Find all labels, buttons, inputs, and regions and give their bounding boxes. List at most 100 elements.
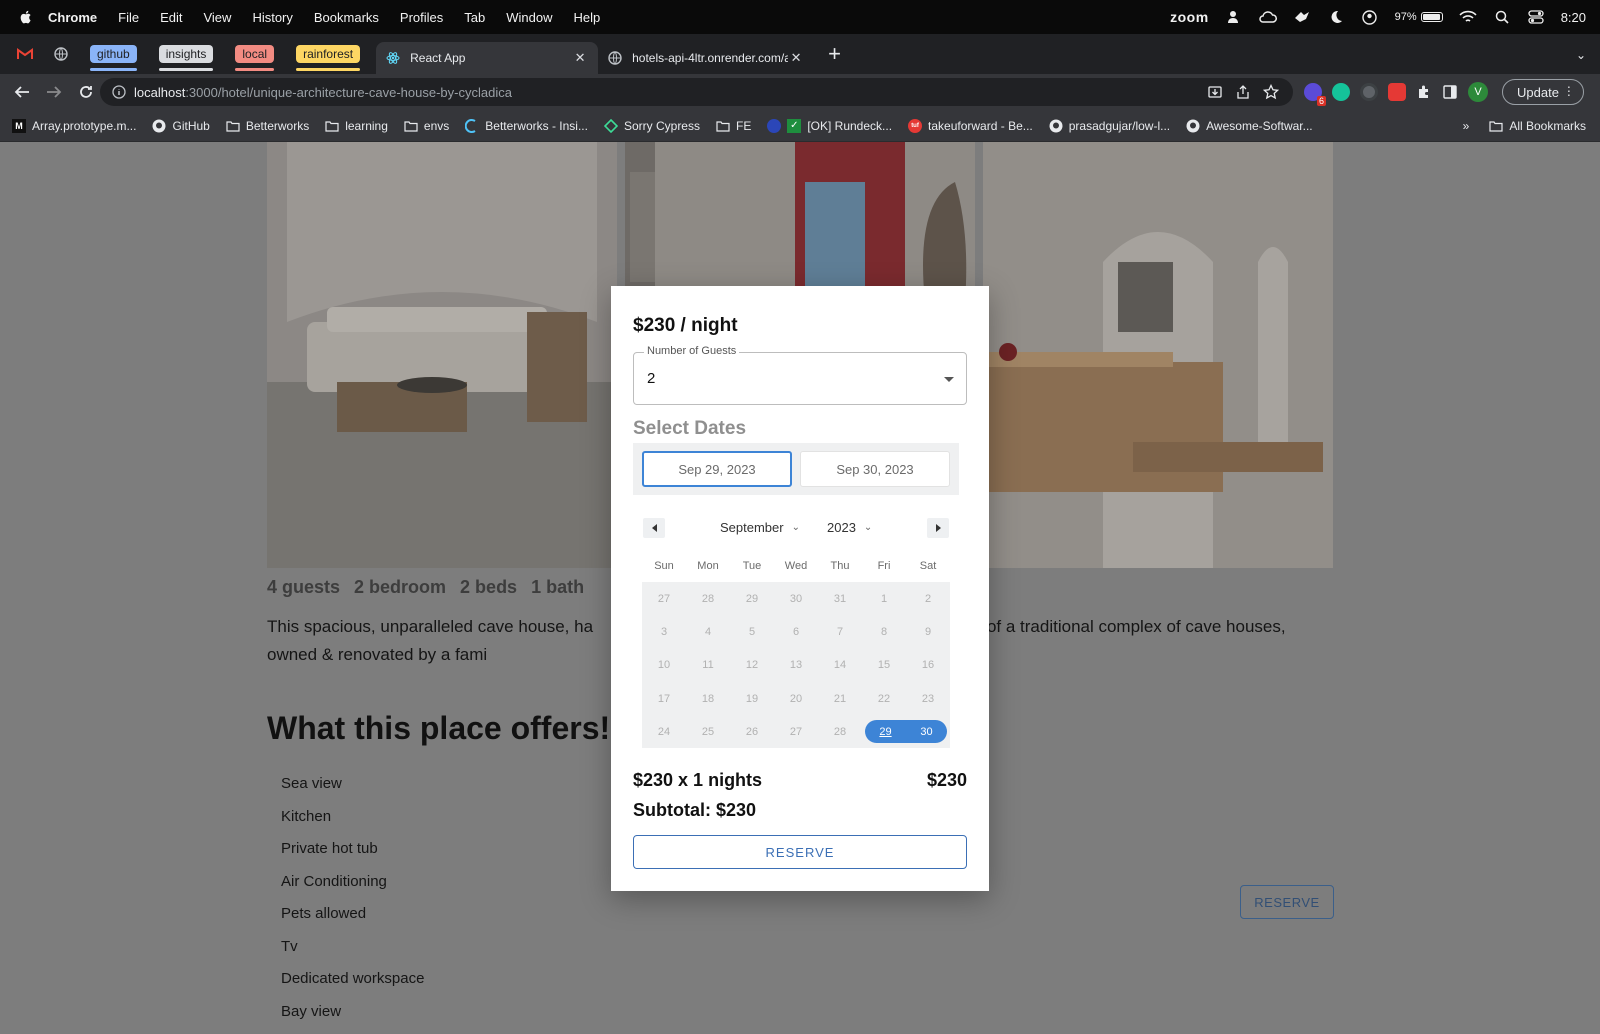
extension-badge-button[interactable]: 6 (1304, 83, 1326, 106)
tab-group-rainforest[interactable]: rainforest (296, 45, 361, 71)
start-date-input[interactable]: Sep 29, 2023 (642, 451, 792, 487)
bird-icon[interactable] (1293, 9, 1311, 25)
menu-help[interactable]: Help (574, 10, 601, 25)
gmail-pinned-tab[interactable] (10, 40, 40, 68)
bookmark-item[interactable]: Awesome-Softwar... (1186, 119, 1313, 133)
calendar-day[interactable]: 28 (818, 715, 862, 748)
bookmark-item[interactable]: prasadgujar/low-l... (1049, 119, 1170, 133)
page-reserve-button[interactable]: RESERVE (1240, 885, 1334, 919)
calendar-day[interactable]: 5 (730, 615, 774, 648)
calendar-day[interactable]: 2 (906, 582, 950, 615)
globe-pinned-tab[interactable] (46, 40, 76, 68)
red-extension-icon[interactable] (1388, 83, 1406, 101)
forward-button[interactable] (40, 78, 68, 106)
spotlight-search-icon[interactable] (1493, 9, 1511, 25)
menu-history[interactable]: History (252, 10, 292, 25)
hotel-photo[interactable] (983, 142, 1333, 568)
calendar-day[interactable]: 4 (686, 615, 730, 648)
tab-hotels-api[interactable]: hotels-api-4ltr.onrender.com/a ✕ (598, 42, 814, 74)
calendar-day[interactable]: 7 (818, 615, 862, 648)
bookmark-folder[interactable]: learning (325, 119, 388, 133)
calendar-day[interactable]: 14 (818, 649, 862, 682)
calendar-day[interactable]: 16 (906, 649, 950, 682)
cloud-icon[interactable] (1258, 9, 1277, 25)
guests-select[interactable]: Number of Guests 2 (633, 345, 967, 405)
calendar-day[interactable]: 20 (774, 682, 818, 715)
year-select[interactable]: 2023 ⌄ (827, 520, 872, 535)
reload-button[interactable] (72, 78, 100, 106)
next-month-button[interactable] (927, 518, 949, 538)
hotel-photo[interactable] (267, 142, 617, 568)
install-app-icon[interactable] (1207, 84, 1223, 100)
grammarly-icon[interactable] (1332, 83, 1350, 101)
record-extension-icon[interactable] (1360, 83, 1378, 101)
bookmark-folder[interactable]: envs (404, 119, 449, 133)
month-select[interactable]: September ⌄ (720, 520, 800, 535)
calendar-day[interactable]: 6 (774, 615, 818, 648)
bookmark-item[interactable]: tuf takeuforward - Be... (908, 118, 1033, 133)
calendar-day[interactable]: 15 (862, 649, 906, 682)
close-tab-icon[interactable]: ✕ (788, 50, 804, 66)
moon-icon[interactable] (1327, 9, 1345, 25)
bookmark-folder[interactable]: FE (716, 119, 751, 133)
more-bookmarks-chevron[interactable]: » (1463, 119, 1470, 133)
menu-view[interactable]: View (203, 10, 231, 25)
calendar-day[interactable]: 27 (774, 715, 818, 748)
calendar-day[interactable]: 18 (686, 682, 730, 715)
prev-month-button[interactable] (643, 518, 665, 538)
menu-app-name[interactable]: Chrome (48, 10, 97, 25)
calendar-day[interactable]: 8 (862, 615, 906, 648)
calendar-day[interactable]: 25 (686, 715, 730, 748)
calendar-day[interactable]: 23 (906, 682, 950, 715)
user-share-icon[interactable] (1225, 9, 1243, 25)
side-panel-icon[interactable] (1442, 84, 1458, 100)
menu-tab[interactable]: Tab (464, 10, 485, 25)
calendar-day[interactable]: 19 (730, 682, 774, 715)
calendar-day[interactable]: 9 (906, 615, 950, 648)
calendar-day[interactable]: 10 (642, 649, 686, 682)
menu-bookmarks[interactable]: Bookmarks (314, 10, 379, 25)
all-bookmarks-button[interactable]: All Bookmarks (1489, 119, 1586, 133)
menu-edit[interactable]: Edit (160, 10, 182, 25)
tab-search-chevron-icon[interactable]: ⌄ (1576, 48, 1586, 62)
calendar-day[interactable]: 30 (774, 582, 818, 615)
menu-window[interactable]: Window (506, 10, 552, 25)
reserve-button[interactable]: RESERVE (633, 835, 967, 869)
control-center-icon[interactable] (1527, 9, 1545, 25)
share-icon[interactable] (1235, 84, 1251, 100)
battery-indicator[interactable]: 97% (1395, 11, 1443, 23)
update-button[interactable]: Update ⋮ (1502, 79, 1584, 105)
info-icon[interactable] (112, 85, 126, 99)
calendar-day[interactable]: 3 (642, 615, 686, 648)
new-tab-button[interactable]: + (828, 41, 841, 67)
tab-react-app[interactable]: React App ✕ (376, 42, 599, 74)
account-circle-icon[interactable] (1361, 9, 1379, 25)
calendar-day[interactable]: 17 (642, 682, 686, 715)
more-vert-icon[interactable]: ⋮ (1563, 84, 1575, 98)
calendar-day[interactable]: 24 (642, 715, 686, 748)
bookmark-item[interactable]: Sorry Cypress (603, 118, 700, 133)
calendar-day[interactable]: 29 (865, 720, 906, 744)
calendar-day[interactable]: 22 (862, 682, 906, 715)
tab-group-insights[interactable]: insights (158, 45, 214, 71)
calendar-day[interactable]: 29 (730, 582, 774, 615)
bookmark-folder[interactable]: Betterworks (226, 119, 309, 133)
calendar-day[interactable]: 28 (686, 582, 730, 615)
bookmark-item[interactable]: ✓ [OK] Rundeck... (767, 118, 892, 133)
calendar-day[interactable]: 1 (862, 582, 906, 615)
bookmark-item[interactable]: GitHub (152, 119, 210, 133)
puzzle-icon[interactable] (1416, 84, 1432, 100)
calendar-day[interactable]: 26 (730, 715, 774, 748)
clock[interactable]: 8:20 (1561, 10, 1586, 25)
calendar-day[interactable]: 13 (774, 649, 818, 682)
calendar-day[interactable]: 30 (906, 720, 947, 744)
close-tab-icon[interactable]: ✕ (572, 50, 588, 66)
tab-group-github[interactable]: github (90, 45, 137, 71)
calendar-day[interactable]: 12 (730, 649, 774, 682)
address-bar[interactable]: localhost:3000/hotel/unique-architecture… (100, 78, 1293, 106)
wifi-icon[interactable] (1459, 9, 1477, 25)
calendar-day[interactable]: 27 (642, 582, 686, 615)
bookmark-star-icon[interactable] (1263, 84, 1279, 100)
calendar-day[interactable]: 11 (686, 649, 730, 682)
profile-avatar[interactable]: V (1468, 82, 1488, 102)
